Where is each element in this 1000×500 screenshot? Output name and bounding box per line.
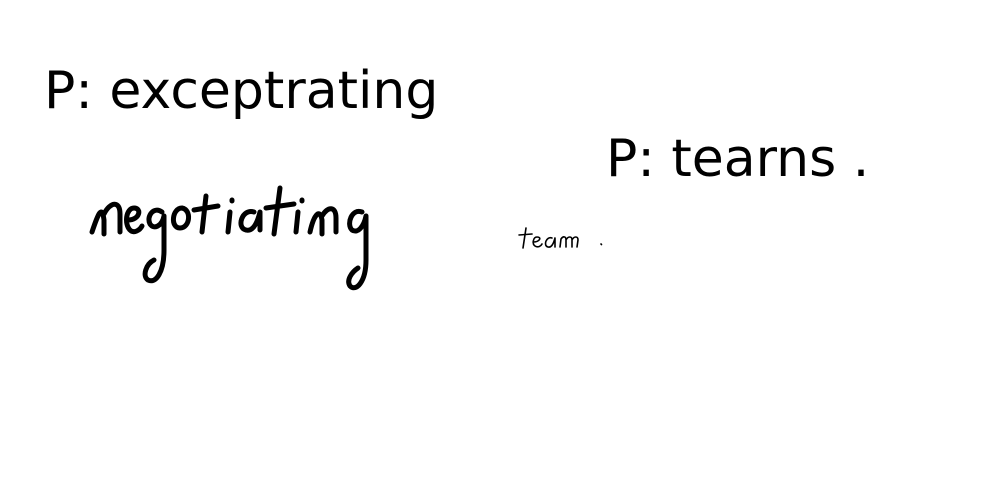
prediction-label-1: P: exceptrating (44, 61, 439, 121)
handwriting-image-1 (89, 185, 369, 291)
prediction-label-2: P: tearns . (606, 129, 870, 189)
handwriting-image-2 (518, 227, 603, 249)
recognition-canvas: P: exceptrating P: tearns . (0, 0, 1000, 500)
